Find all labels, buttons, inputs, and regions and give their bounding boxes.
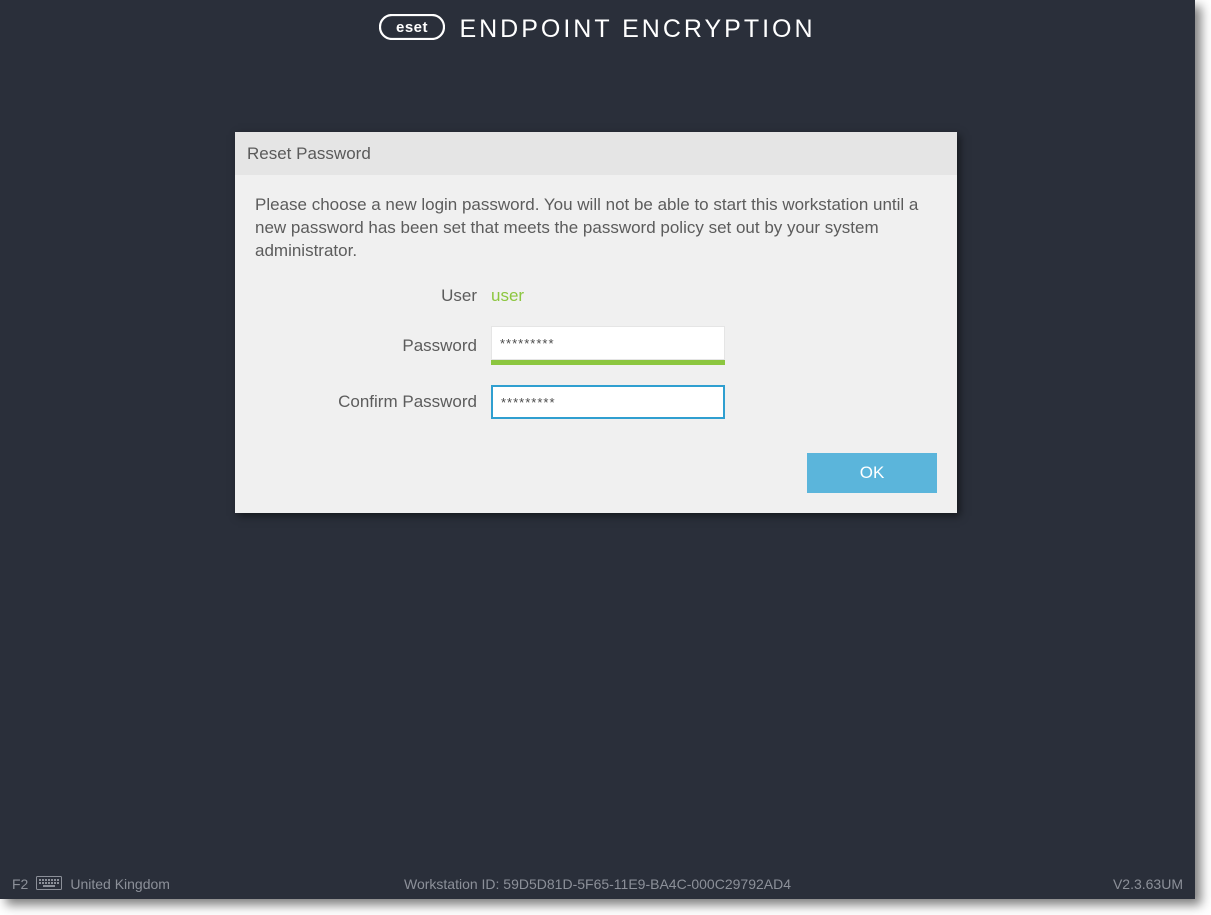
confirm-row: Confirm Password xyxy=(255,385,937,419)
keyboard-layout-switch[interactable]: F2 xyxy=(0,876,170,893)
instructions-text: Please choose a new login password. You … xyxy=(255,193,937,262)
confirm-label: Confirm Password xyxy=(255,392,477,412)
confirm-password-input[interactable] xyxy=(491,385,725,419)
ok-button[interactable]: OK xyxy=(807,453,937,493)
product-name: ENDPOINT ENCRYPTION xyxy=(459,15,815,44)
brand-header: eset ENDPOINT ENCRYPTION xyxy=(0,14,1195,45)
keyboard-icon xyxy=(36,876,62,893)
password-strength-bar xyxy=(491,360,725,365)
keyboard-layout-name: United Kingdom xyxy=(70,876,170,892)
preboot-screen: eset ENDPOINT ENCRYPTION Reset Password … xyxy=(0,0,1195,899)
footer-bar: F2 xyxy=(0,869,1195,899)
user-row: User user xyxy=(255,286,937,306)
password-input[interactable] xyxy=(491,326,725,360)
svg-text:eset: eset xyxy=(396,19,428,36)
key-hint: F2 xyxy=(12,876,28,892)
user-label: User xyxy=(255,286,477,306)
password-row: Password xyxy=(255,326,937,365)
reset-password-panel: Reset Password Please choose a new login… xyxy=(235,132,957,513)
version-label: V2.3.63UM xyxy=(1113,876,1195,892)
eset-logo-icon: eset xyxy=(379,14,445,45)
user-value: user xyxy=(491,286,524,306)
panel-title: Reset Password xyxy=(235,132,957,175)
workstation-id: Workstation ID: 59D5D81D-5F65-11E9-BA4C-… xyxy=(0,876,1195,892)
password-label: Password xyxy=(255,336,477,356)
